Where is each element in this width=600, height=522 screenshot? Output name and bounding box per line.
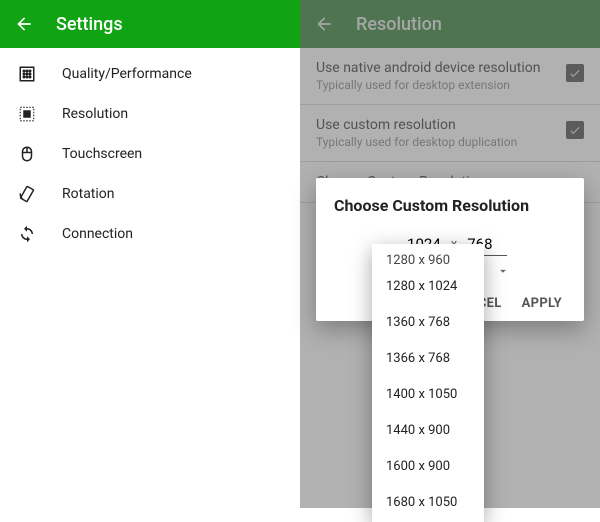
menu-label: Connection xyxy=(62,226,133,242)
menu-label: Resolution xyxy=(62,106,128,122)
apply-button[interactable]: APPLY xyxy=(522,296,562,311)
dropdown-option[interactable]: 1366 x 768 xyxy=(372,340,484,376)
grid-icon xyxy=(16,63,38,85)
dropdown-option[interactable]: 1280 x 1024 xyxy=(372,268,484,304)
settings-pane: Settings Quality/Performance Resolution … xyxy=(0,0,300,508)
dropdown-option[interactable]: 1360 x 768 xyxy=(372,304,484,340)
arrow-left-icon xyxy=(14,14,34,34)
back-button[interactable] xyxy=(12,12,36,36)
dropdown-option[interactable]: 1400 x 1050 xyxy=(372,376,484,412)
dropdown-option[interactable]: 1440 x 900 xyxy=(372,412,484,448)
menu-item-touchscreen[interactable]: Touchscreen xyxy=(0,134,300,174)
rotation-icon xyxy=(16,183,38,205)
settings-menu: Quality/Performance Resolution Touchscre… xyxy=(0,48,300,260)
dropdown-option[interactable]: 1600 x 900 xyxy=(372,448,484,484)
dropdown-option[interactable]: 1280 x 960 xyxy=(372,246,484,268)
menu-item-resolution[interactable]: Resolution xyxy=(0,94,300,134)
sync-icon xyxy=(16,223,38,245)
resolution-pane: Resolution Use native android device res… xyxy=(300,0,600,508)
settings-title: Settings xyxy=(56,14,123,35)
resolution-icon xyxy=(16,103,38,125)
dialog-title: Choose Custom Resolution xyxy=(334,196,566,215)
menu-item-rotation[interactable]: Rotation xyxy=(0,174,300,214)
menu-item-connection[interactable]: Connection xyxy=(0,214,300,254)
dropdown-option[interactable]: 1680 x 1050 xyxy=(372,484,484,520)
menu-item-quality[interactable]: Quality/Performance xyxy=(0,54,300,94)
chevron-down-icon xyxy=(496,264,510,278)
menu-label: Quality/Performance xyxy=(62,66,192,82)
mouse-icon xyxy=(16,143,38,165)
menu-label: Touchscreen xyxy=(62,146,142,162)
resolution-dropdown[interactable]: 1280 x 960 1280 x 1024 1360 x 768 1366 x… xyxy=(372,244,484,522)
settings-appbar: Settings xyxy=(0,0,300,48)
menu-label: Rotation xyxy=(62,186,115,202)
